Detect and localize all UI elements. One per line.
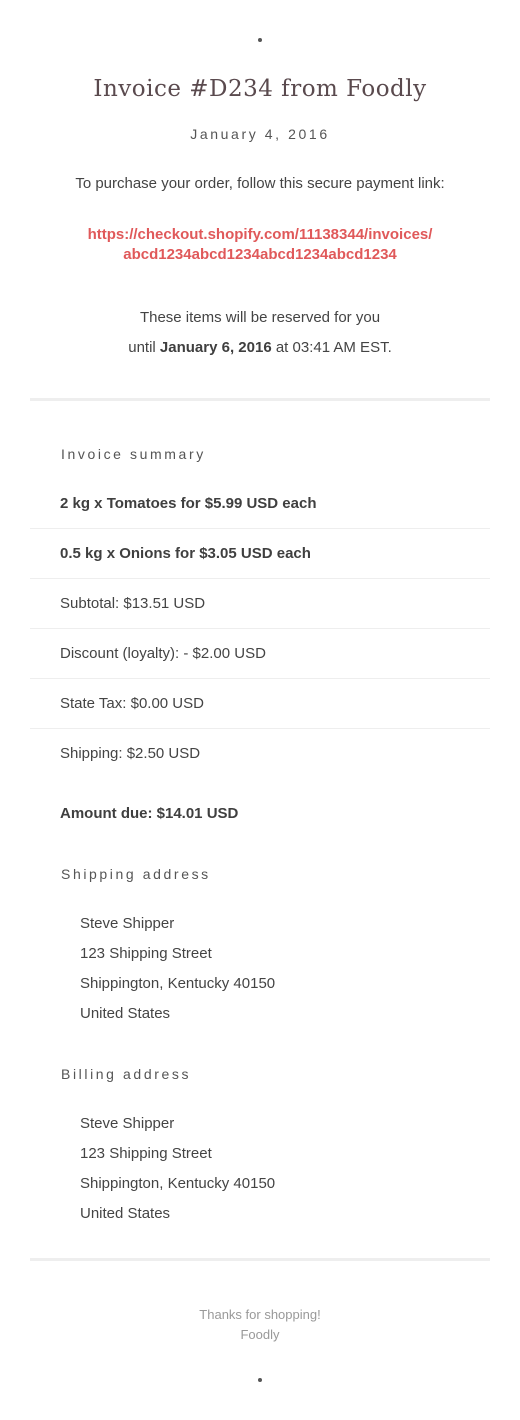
reservation-until-prefix: until <box>128 339 160 356</box>
tax-row: State Tax: $0.00 USD <box>30 679 490 729</box>
billing-address: Steve Shipper 123 Shipping Street Shippi… <box>80 1109 480 1229</box>
footer-shop-name: Foodly <box>240 1327 280 1342</box>
footer: Thanks for shopping! Foodly <box>0 1305 520 1345</box>
invoice-title: Invoice #D234 from Foodly <box>93 76 427 102</box>
shipping-street: 123 Shipping Street <box>80 945 212 962</box>
secure-payment-link[interactable]: https://checkout.shopify.com/11138344/in… <box>40 225 480 265</box>
reservation-notice: These items will be reserved for you unt… <box>0 303 520 363</box>
discount-row: Discount (loyalty): - $2.00 USD <box>30 629 490 679</box>
section-divider <box>30 1258 490 1261</box>
shipping-country: United States <box>80 1005 171 1022</box>
reservation-date: January 6, 2016 <box>159 339 272 356</box>
reservation-line-2: until January 6, 2016 at 03:41 AM EST. <box>0 333 520 363</box>
section-divider <box>30 398 490 401</box>
shipping-row: Shipping: $2.50 USD <box>60 745 201 762</box>
payment-intro-text: To purchase your order, follow this secu… <box>75 175 445 192</box>
top-dot-decoration <box>258 38 262 42</box>
shipping-address-heading: Shipping address <box>61 866 211 882</box>
billing-country: United States <box>80 1205 171 1222</box>
bottom-dot-decoration <box>258 1378 262 1382</box>
footer-thanks: Thanks for shopping! <box>199 1307 321 1322</box>
billing-street: 123 Shipping Street <box>80 1145 212 1162</box>
line-item-tomatoes: 2 kg x Tomatoes for $5.99 USD each <box>30 479 490 529</box>
shipping-name: Steve Shipper <box>80 915 175 932</box>
billing-address-heading: Billing address <box>61 1066 192 1082</box>
amount-due-row: Amount due: $14.01 USD <box>60 805 239 822</box>
reservation-line-1: These items will be reserved for you <box>139 309 381 326</box>
billing-city: Shippington, Kentucky 40150 <box>80 1175 276 1192</box>
line-item-onions: 0.5 kg x Onions for $3.05 USD each <box>30 529 490 579</box>
billing-name: Steve Shipper <box>80 1115 175 1132</box>
invoice-summary-heading: Invoice summary <box>61 446 206 462</box>
invoice-date: January 4, 2016 <box>190 126 330 142</box>
shipping-city: Shippington, Kentucky 40150 <box>80 975 276 992</box>
reservation-time: at 03:41 AM EST. <box>271 339 392 356</box>
subtotal-row: Subtotal: $13.51 USD <box>30 579 490 629</box>
shipping-address: Steve Shipper 123 Shipping Street Shippi… <box>80 909 480 1029</box>
